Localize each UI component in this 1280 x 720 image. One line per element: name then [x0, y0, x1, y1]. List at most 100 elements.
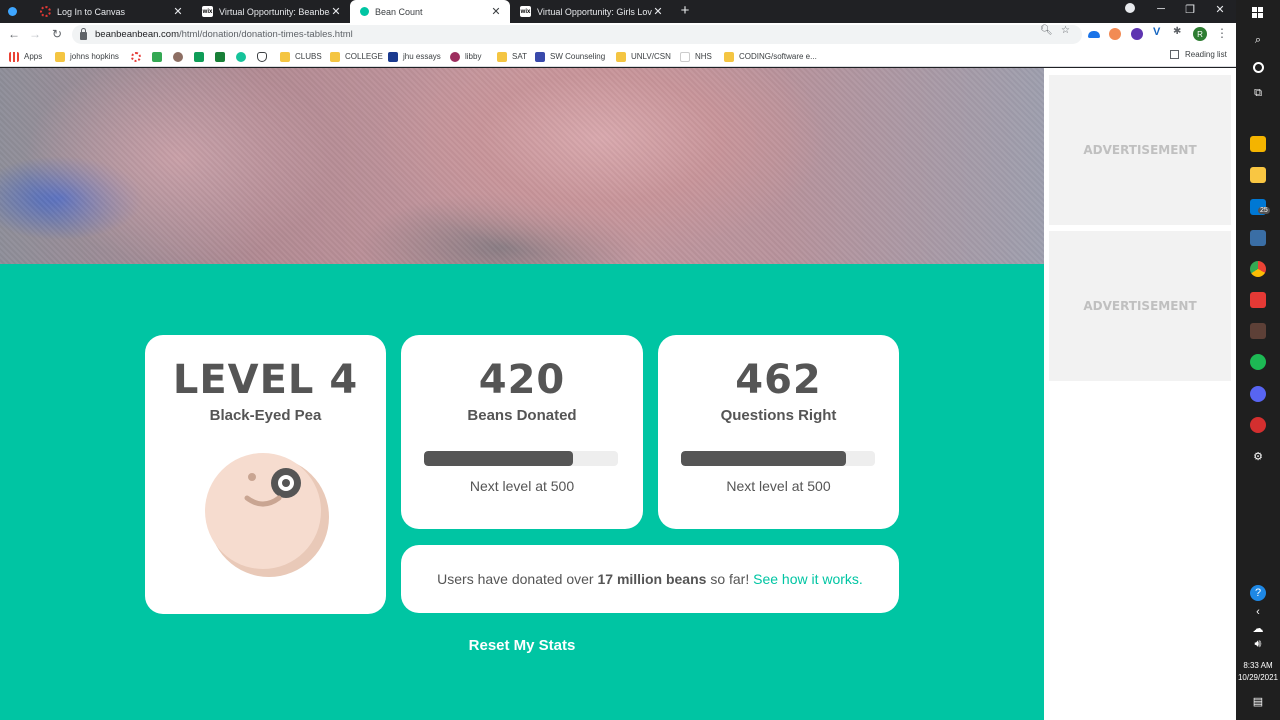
v-extension-icon[interactable]: V	[1153, 26, 1165, 38]
bookmark-apps[interactable]: Apps	[9, 50, 42, 63]
beans-next-level: Next level at 500	[469, 478, 575, 494]
lock-icon	[80, 27, 87, 40]
tab-bean-count[interactable]: Bean Count ✕	[350, 0, 510, 23]
mail-icon	[215, 51, 225, 62]
volume-icon[interactable]: 🔊︎	[1250, 636, 1266, 652]
tab-canvas[interactable]: Log In to Canvas ✕	[30, 0, 192, 23]
show-hidden-icons-icon[interactable]: ‹	[1250, 604, 1266, 620]
page-viewport: LEVEL 4 Black-Eyed Pea 420 Beans Donated…	[0, 68, 1236, 720]
cortana-icon[interactable]	[1250, 59, 1266, 75]
bookmark-coding[interactable]: CODING/software e...	[724, 50, 817, 63]
mail-icon	[194, 51, 204, 62]
beans-donated-card: 420 Beans Donated Next level at 500	[401, 335, 643, 529]
tab-virtual-opportunity-beanbeanbean[interactable]: wix Virtual Opportunity: Beanbeanbe ✕	[192, 0, 350, 23]
bookmark-grammarly[interactable]	[236, 50, 251, 63]
bookmark-sat[interactable]: SAT	[497, 50, 527, 63]
bookmark-sw-counseling[interactable]: SW Counseling	[535, 50, 605, 63]
tab-virtual-opportunity-girls[interactable]: wix Virtual Opportunity: Girls Love M ✕	[510, 0, 672, 23]
wix-icon: wix	[202, 6, 213, 17]
settings-gear-icon[interactable]: ⚙	[1250, 448, 1266, 464]
libby-icon	[450, 51, 460, 62]
chrome-icon[interactable]	[1250, 261, 1266, 277]
black-eyed-pea-icon	[205, 453, 329, 577]
address-bar[interactable]: beanbeanbean.com/html/donation/donation-…	[72, 25, 1082, 44]
more-menu-icon[interactable]: ⋮	[1216, 26, 1228, 40]
bookmark-unlv-csn[interactable]: UNLV/CSN	[616, 50, 671, 63]
profile-avatar[interactable]: R	[1193, 27, 1207, 41]
apps-grid-icon	[9, 51, 19, 62]
bookmark-college[interactable]: COLLEGE	[330, 50, 383, 63]
bookmark-star-icon[interactable]: ☆	[1061, 25, 1070, 36]
clock-date[interactable]: 10/29/2021	[1236, 673, 1280, 682]
reset-stats-button[interactable]: Reset My Stats	[401, 637, 643, 654]
bookmark-mail-1[interactable]	[194, 50, 209, 63]
bookmark-label: SAT	[512, 52, 527, 61]
minimize-icon[interactable]: ─	[1152, 3, 1170, 15]
store-icon[interactable]	[1250, 136, 1266, 152]
browser-toolbar: ← → ↻ beanbeanbean.com/html/donation/don…	[0, 23, 1236, 46]
tab-profile-switcher[interactable]	[0, 0, 30, 23]
gear-extension-icon[interactable]	[1131, 28, 1143, 40]
grammarly-icon	[236, 51, 246, 62]
advertisement-slot-1[interactable]: ADVERTISEMENT	[1049, 75, 1231, 225]
bookmark-canvas[interactable]	[131, 50, 146, 63]
roblox-icon[interactable]	[1250, 292, 1266, 308]
folder-icon	[497, 51, 507, 62]
bookmark-clubs[interactable]: CLUBS	[280, 50, 322, 63]
close-icon[interactable]: ✕	[652, 5, 664, 18]
folder-icon	[280, 51, 290, 62]
bookmark-label: Apps	[24, 52, 43, 61]
coffee-icon	[173, 51, 183, 62]
folder-icon	[724, 51, 734, 62]
bookmark-label: CLUBS	[295, 52, 322, 61]
bookmark-libby[interactable]: libby	[450, 50, 481, 63]
help-icon[interactable]: ?	[1250, 585, 1266, 601]
questions-progress-bar	[681, 451, 875, 466]
bookmark-johns-hopkins[interactable]: johns hopkins	[55, 50, 119, 63]
close-icon[interactable]: ✕	[330, 5, 342, 18]
close-icon[interactable]: ✕	[490, 5, 502, 18]
bookmark-label: SW Counseling	[550, 52, 606, 61]
discord-icon[interactable]	[1250, 386, 1266, 402]
onedrive-icon[interactable]: ☁	[1250, 620, 1266, 636]
advertisement-slot-2[interactable]: ADVERTISEMENT	[1049, 231, 1231, 381]
back-icon[interactable]: ←	[7, 27, 21, 41]
honey-extension-icon[interactable]	[1109, 28, 1121, 40]
close-icon[interactable]: ✕	[172, 5, 184, 18]
cloud-extension-icon[interactable]	[1088, 31, 1100, 38]
see-how-it-works-link[interactable]: See how it works.	[753, 571, 863, 587]
zoom-icon[interactable]: 🔍︎	[1040, 25, 1053, 36]
beans-donated-count: 420	[478, 357, 566, 403]
bookmark-nhs[interactable]: NHS	[680, 50, 712, 63]
security-app-icon[interactable]	[1250, 417, 1266, 433]
minecraft-icon[interactable]	[1250, 323, 1266, 339]
reading-list-button[interactable]: Reading list	[1170, 50, 1227, 59]
file-explorer-icon[interactable]	[1250, 167, 1266, 183]
bookmark-c[interactable]	[152, 50, 167, 63]
canvas-icon	[40, 6, 51, 17]
calculator-icon[interactable]	[1250, 230, 1266, 246]
spotify-icon[interactable]	[1250, 354, 1266, 370]
bookmark-mail-2[interactable]	[215, 50, 230, 63]
tab-strip: Log In to Canvas ✕ wix Virtual Opportuni…	[0, 0, 1236, 23]
close-window-icon[interactable]: ✕	[1211, 3, 1229, 16]
windows-start-icon[interactable]	[1250, 5, 1266, 21]
puzzle-extensions-icon[interactable]: ✱	[1173, 26, 1185, 38]
bookmark-jhu-essays[interactable]: jhu essays	[388, 50, 441, 63]
wix-icon	[680, 51, 690, 62]
level-title: LEVEL 4	[172, 357, 359, 403]
search-icon[interactable]: ⌕	[1250, 32, 1266, 48]
forward-icon[interactable]: →	[28, 27, 42, 41]
level-card: LEVEL 4 Black-Eyed Pea	[145, 335, 386, 614]
bookmark-coffee[interactable]	[173, 50, 188, 63]
jhu-icon	[388, 51, 398, 62]
new-tab-button[interactable]: +	[676, 2, 694, 19]
reload-icon[interactable]: ↻	[50, 27, 64, 41]
tab-search-icon[interactable]	[1121, 3, 1139, 16]
clock-time[interactable]: 8:33 AM	[1236, 661, 1280, 670]
notifications-icon[interactable]: ▤	[1250, 693, 1266, 709]
restore-icon[interactable]: ❐	[1181, 3, 1199, 16]
folder-icon	[330, 51, 340, 62]
bookmark-shield[interactable]	[257, 50, 272, 63]
task-view-icon[interactable]: ⧉	[1250, 85, 1266, 101]
